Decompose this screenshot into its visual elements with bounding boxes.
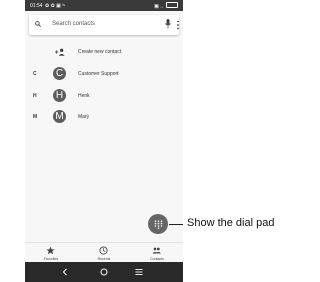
tab-favorites[interactable]: Favorites — [25, 243, 77, 263]
section-letter: C — [33, 71, 37, 77]
tab-label: Contacts — [150, 257, 164, 261]
home-icon[interactable] — [100, 268, 108, 276]
section-letter: M — [33, 114, 38, 120]
avatar: H — [53, 89, 66, 102]
tab-label: Recents — [97, 257, 111, 261]
dialpad-fab-button[interactable] — [148, 214, 168, 234]
more-options-icon[interactable] — [176, 20, 180, 30]
battery-icon — [166, 1, 178, 8]
people-icon — [152, 247, 161, 254]
signal-icons: ▣ .. — [154, 2, 163, 9]
create-contact-label: Create new contact — [78, 49, 122, 55]
dialpad-icon — [154, 219, 162, 229]
back-icon[interactable] — [62, 268, 68, 276]
avatar: C — [53, 67, 66, 80]
callout-label: Show the dial pad — [187, 217, 275, 229]
contact-row[interactable]: C C Customer Support — [25, 67, 183, 81]
tab-recents[interactable]: Recents — [78, 243, 130, 263]
phone-screen: 01:54 ✿ ✿ ▣ ⁱˢ ▣ .. Search contacts Crea… — [25, 0, 183, 282]
search-icon — [35, 21, 41, 27]
star-icon — [46, 246, 55, 255]
contact-name: Henk — [78, 93, 90, 99]
avatar: M — [53, 110, 66, 123]
clock-icon — [99, 246, 108, 255]
mic-icon[interactable] — [165, 19, 171, 29]
search-bar[interactable]: Search contacts — [29, 15, 179, 35]
status-icons: ✿ ✿ ▣ ⁱˢ — [45, 2, 65, 9]
status-time: 01:54 — [30, 2, 43, 9]
search-input[interactable]: Search contacts — [52, 21, 95, 27]
system-navigation-bar — [25, 262, 183, 282]
contact-row[interactable]: H H Henk — [25, 89, 183, 103]
contact-row[interactable]: M M Mary — [25, 110, 183, 124]
menu-icon[interactable] — [135, 268, 143, 276]
section-letter: H — [33, 93, 37, 99]
status-right: ▣ .. — [154, 1, 178, 9]
add-person-icon — [55, 48, 65, 56]
contact-name: Customer Support — [78, 71, 119, 77]
tab-label: Favorites — [43, 257, 59, 261]
contact-name: Mary — [78, 114, 90, 120]
status-bar: 01:54 ✿ ✿ ▣ ⁱˢ ▣ .. — [25, 0, 183, 11]
callout-line — [169, 224, 183, 225]
create-contact-row[interactable]: Create new contact — [51, 45, 171, 59]
tab-contacts[interactable]: Contacts — [131, 243, 183, 263]
bottom-navigation: Favorites Recents Contacts — [25, 242, 183, 263]
